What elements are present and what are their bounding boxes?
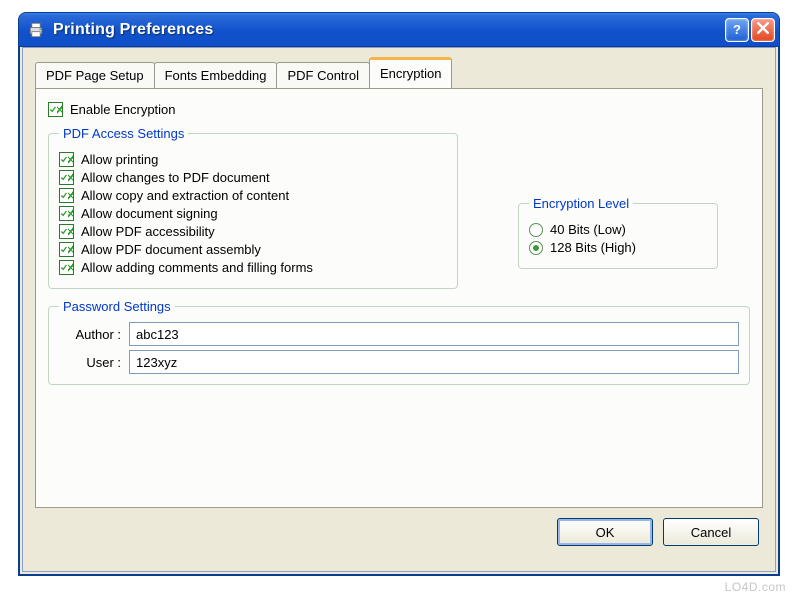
allow-comments-label: Allow adding comments and filling forms (81, 260, 313, 275)
encryption-128-label: 128 Bits (High) (550, 240, 636, 255)
tab-strip: PDF Page Setup Fonts Embedding PDF Contr… (35, 60, 763, 88)
ok-label: OK (596, 525, 615, 540)
cancel-button[interactable]: Cancel (663, 518, 759, 546)
access-settings-legend: PDF Access Settings (59, 126, 188, 141)
tab-label: PDF Control (287, 68, 359, 83)
enable-encryption-checkbox[interactable] (48, 102, 63, 117)
encryption-level-group: Encryption Level 40 Bits (Low) 128 Bits … (518, 196, 718, 269)
tab-label: Fonts Embedding (165, 68, 267, 83)
printer-icon (25, 19, 47, 41)
tab-panel-encryption: Enable Encryption PDF Access Settings Al… (35, 88, 763, 508)
password-settings-group: Password Settings Author : User : (48, 299, 750, 385)
watermark-text: LO4D.com (725, 580, 786, 594)
encryption-columns: PDF Access Settings Allow printing Allow… (48, 120, 750, 289)
password-settings-legend: Password Settings (59, 299, 175, 314)
allow-signing-checkbox[interactable] (59, 206, 74, 221)
tab-page-setup[interactable]: PDF Page Setup (35, 62, 155, 89)
access-settings-group: PDF Access Settings Allow printing Allow… (48, 126, 458, 289)
client-area: PDF Page Setup Fonts Embedding PDF Contr… (22, 47, 776, 572)
allow-printing-label: Allow printing (81, 152, 158, 167)
allow-assembly-label: Allow PDF document assembly (81, 242, 261, 257)
window-title: Printing Preferences (53, 21, 723, 39)
enable-encryption-label: Enable Encryption (70, 102, 176, 117)
allow-comments-checkbox[interactable] (59, 260, 74, 275)
tab-fonts-embedding[interactable]: Fonts Embedding (154, 62, 278, 89)
tab-label: Encryption (380, 66, 441, 81)
help-icon: ? (733, 22, 741, 37)
allow-assembly-checkbox[interactable] (59, 242, 74, 257)
allow-signing-label: Allow document signing (81, 206, 218, 221)
tab-pdf-control[interactable]: PDF Control (276, 62, 370, 89)
help-button[interactable]: ? (725, 18, 749, 42)
dialog-window: Printing Preferences ? PDF Page Setup Fo… (18, 12, 780, 576)
ok-button[interactable]: OK (557, 518, 653, 546)
author-label: Author : (59, 327, 129, 342)
tab-label: PDF Page Setup (46, 68, 144, 83)
tab-encryption[interactable]: Encryption (369, 57, 452, 88)
enable-encryption-row: Enable Encryption (48, 102, 750, 117)
allow-changes-checkbox[interactable] (59, 170, 74, 185)
close-icon (757, 22, 769, 37)
allow-copy-checkbox[interactable] (59, 188, 74, 203)
user-label: User : (59, 355, 129, 370)
allow-changes-label: Allow changes to PDF document (81, 170, 270, 185)
encryption-level-legend: Encryption Level (529, 196, 633, 211)
titlebar[interactable]: Printing Preferences ? (19, 13, 779, 47)
button-bar: OK Cancel (35, 518, 763, 546)
encryption-128-radio[interactable] (529, 241, 543, 255)
encryption-40-label: 40 Bits (Low) (550, 222, 626, 237)
user-input[interactable] (129, 350, 739, 374)
encryption-40-radio[interactable] (529, 223, 543, 237)
allow-printing-checkbox[interactable] (59, 152, 74, 167)
allow-copy-label: Allow copy and extraction of content (81, 188, 289, 203)
close-button[interactable] (751, 18, 775, 42)
allow-accessibility-label: Allow PDF accessibility (81, 224, 215, 239)
author-input[interactable] (129, 322, 739, 346)
cancel-label: Cancel (691, 525, 731, 540)
allow-accessibility-checkbox[interactable] (59, 224, 74, 239)
